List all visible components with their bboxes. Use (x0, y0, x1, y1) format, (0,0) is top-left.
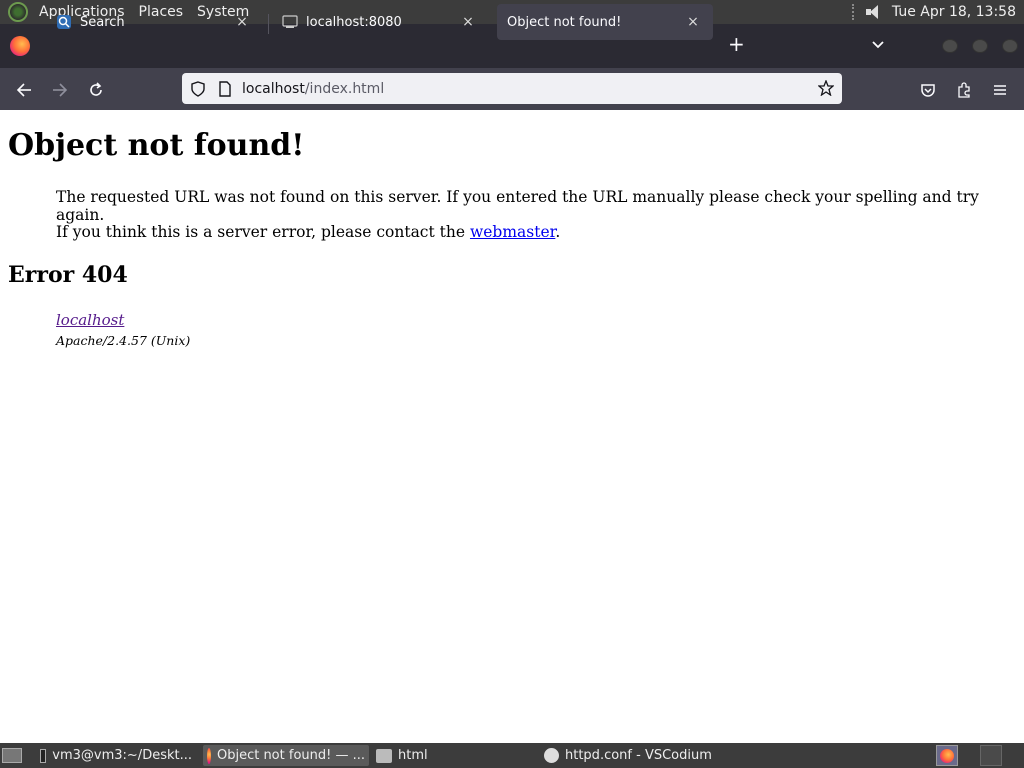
localhost-link[interactable]: localhost (56, 311, 124, 329)
url-bar[interactable]: localhost/index.html (182, 73, 842, 104)
firefox-logo-icon (10, 36, 30, 56)
distro-logo-icon (8, 2, 28, 22)
workspace-switcher-2[interactable] (980, 745, 1002, 766)
error-message: The requested URL was not found on this … (56, 188, 979, 224)
new-tab-button[interactable]: + (728, 34, 745, 54)
terminal-favicon-icon (282, 14, 298, 30)
contact-paragraph: If you think this is a server error, ple… (56, 223, 560, 241)
app-menu-icon[interactable] (988, 78, 1012, 102)
page-info-icon[interactable] (218, 80, 232, 97)
panel-grip-icon (851, 4, 856, 20)
taskbar-item-vscodium[interactable]: httpd.conf - VSCodium (540, 745, 720, 766)
bottom-taskbar: vm3@vm3:~/Deskt... Object not found! — .… (0, 743, 1024, 768)
tab-title: Object not found! (507, 14, 622, 30)
maximize-window-icon[interactable] (972, 39, 988, 53)
url-path: /index.html (304, 80, 385, 97)
taskbar-item-label: Object not found! — ... (216, 748, 365, 763)
back-button[interactable] (12, 78, 36, 102)
show-desktop-icon[interactable] (2, 748, 22, 763)
firefox-icon (207, 747, 211, 764)
firefox-mini-icon (940, 748, 954, 763)
page-title: Object not found! (8, 128, 305, 163)
close-window-icon[interactable] (1002, 39, 1018, 53)
url-host: localhost (242, 80, 305, 97)
webmaster-link[interactable]: webmaster (470, 223, 555, 241)
tab-close-icon[interactable]: × (232, 14, 252, 30)
tab-separator (268, 14, 269, 34)
tab-object-not-found[interactable]: Object not found! × (497, 4, 713, 40)
tab-title: Search (80, 14, 125, 30)
vscodium-icon (544, 748, 559, 763)
server-signature: Apache/2.4.57 (Unix) (56, 333, 191, 348)
taskbar-item-firefox[interactable]: Object not found! — ... (203, 745, 369, 766)
taskbar-item-files[interactable]: html (372, 745, 532, 766)
volume-icon[interactable] (865, 5, 882, 19)
extensions-icon[interactable] (952, 78, 976, 102)
tab-title: localhost:8080 (306, 14, 402, 30)
workspace-switcher-1[interactable] (936, 745, 958, 766)
list-all-tabs-icon[interactable] (870, 36, 886, 52)
error-code-heading: Error 404 (8, 262, 128, 288)
tab-search[interactable]: Search × (46, 4, 262, 40)
taskbar-item-label: httpd.conf - VSCodium (565, 748, 712, 763)
taskbar-item-terminal[interactable]: vm3@vm3:~/Deskt... (36, 745, 196, 766)
search-favicon-icon (56, 14, 72, 30)
folder-icon (376, 748, 392, 763)
pocket-icon[interactable] (916, 78, 940, 102)
page-content: Object not found! The requested URL was … (0, 110, 1024, 743)
minimize-window-icon[interactable] (942, 39, 958, 53)
forward-button[interactable] (48, 78, 72, 102)
reload-button[interactable] (84, 78, 108, 102)
clock[interactable]: Tue Apr 18, 13:58 (892, 4, 1016, 20)
tab-close-icon[interactable]: × (683, 14, 703, 30)
shield-icon[interactable] (190, 80, 206, 97)
taskbar-item-label: html (398, 748, 428, 763)
url-text[interactable]: localhost/index.html (242, 81, 384, 97)
terminal-icon (40, 748, 47, 763)
tab-localhost-8080[interactable]: localhost:8080 × (272, 4, 488, 40)
taskbar-item-label: vm3@vm3:~/Deskt... (52, 748, 192, 763)
contact-suffix: . (555, 223, 561, 241)
contact-prefix: If you think this is a server error, ple… (56, 223, 470, 241)
tab-close-icon[interactable]: × (458, 14, 478, 30)
bookmark-star-icon[interactable] (818, 80, 834, 96)
